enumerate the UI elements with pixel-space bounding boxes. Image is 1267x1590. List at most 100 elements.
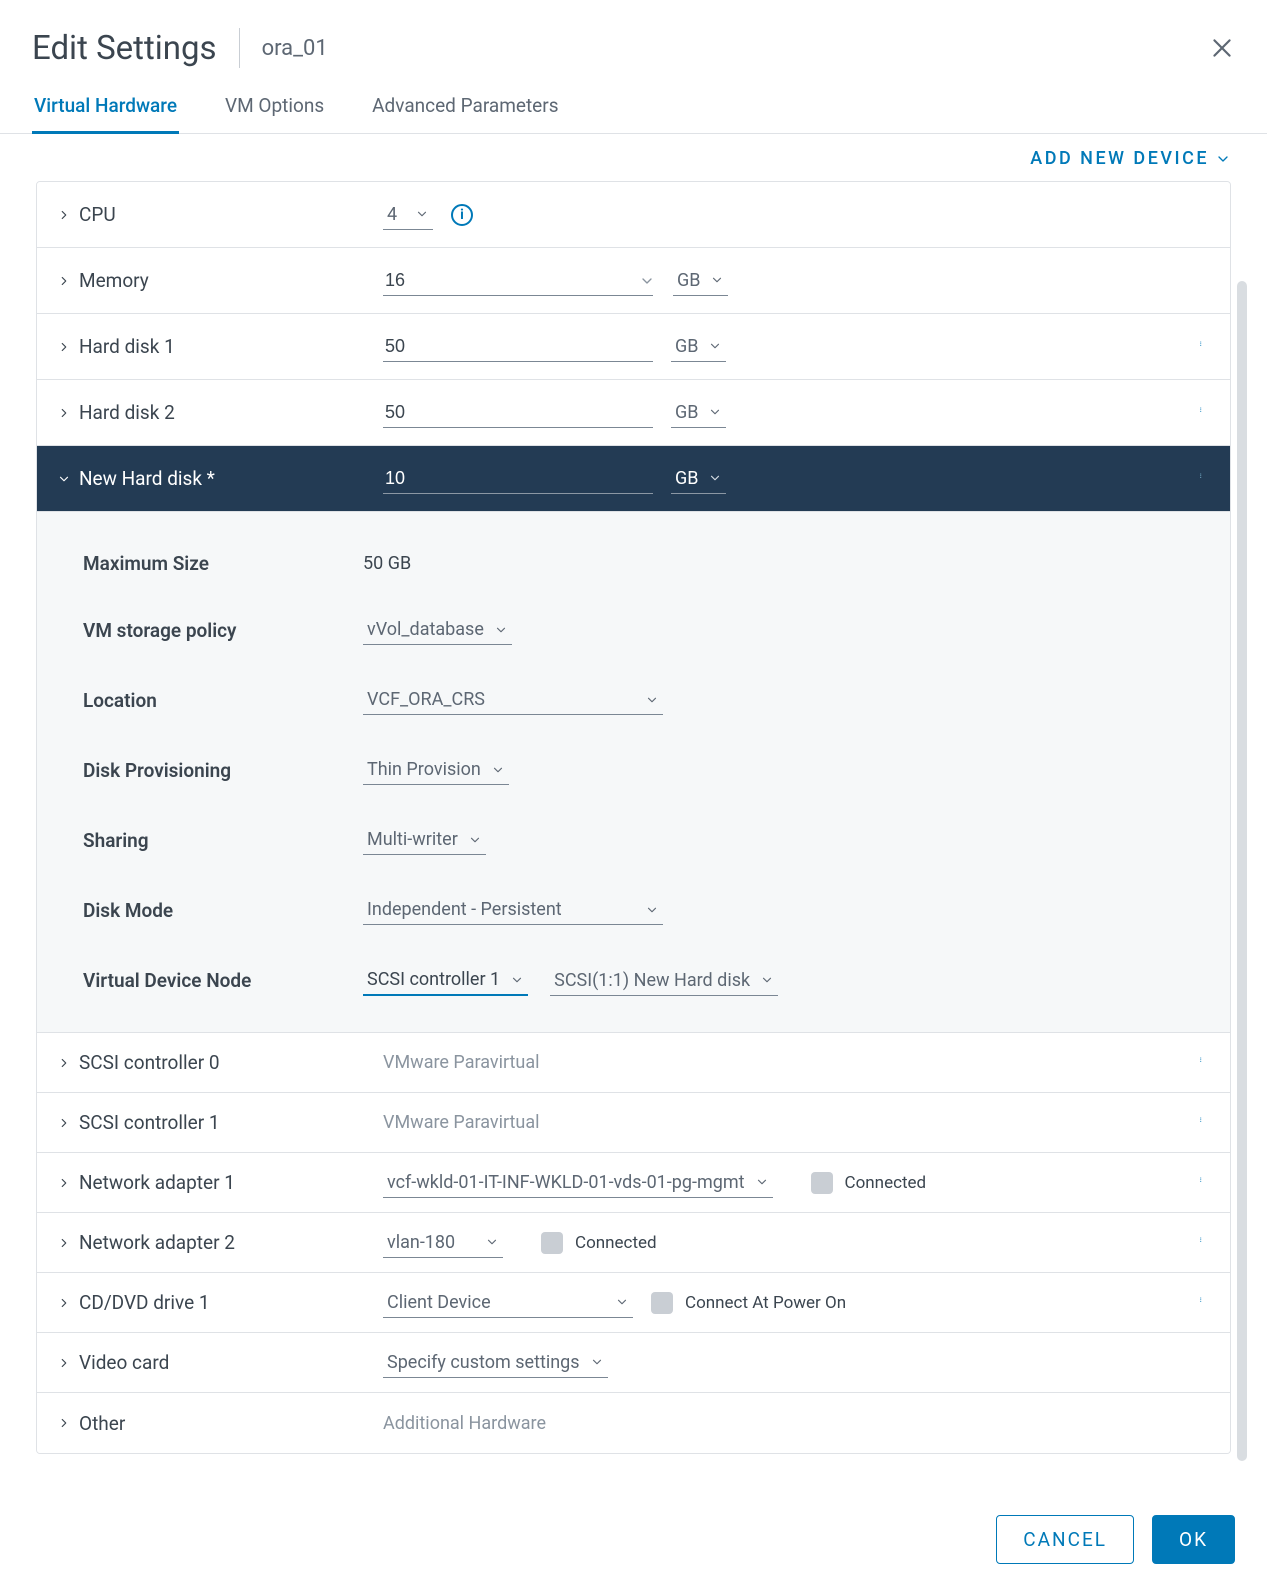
cd-connect-label: Connect At Power On [685, 1293, 846, 1313]
video-label: Video card [79, 1351, 169, 1374]
new-hd-unit: GB [675, 468, 698, 489]
scsi0-value: VMware Paravirtual [383, 1052, 540, 1073]
storage-policy-label: VM storage policy [57, 619, 363, 642]
new-hd-unit-select[interactable]: GB [671, 464, 726, 494]
hardware-list: CPU 4 i Memory GB Hard disk 1 [36, 181, 1231, 1454]
chevron-right-icon[interactable] [57, 274, 71, 288]
hd1-size-input[interactable] [383, 332, 653, 362]
row-scsi-0: SCSI controller 0 VMware Paravirtual [37, 1033, 1230, 1093]
chevron-right-icon[interactable] [57, 1296, 71, 1310]
memory-input[interactable] [383, 266, 653, 296]
disk-mode-value: Independent - Persistent [367, 899, 562, 920]
row-network-adapter-2: Network adapter 2 vlan-180 Connected [37, 1213, 1230, 1273]
disk-prov-select[interactable]: Thin Provision [363, 755, 509, 785]
location-select[interactable]: VCF_ORA_CRS [363, 685, 663, 715]
cd-value: Client Device [387, 1292, 491, 1313]
vdn-label: Virtual Device Node [57, 969, 363, 992]
cd-device-select[interactable]: Client Device [383, 1288, 633, 1318]
row-cd-dvd: CD/DVD drive 1 Client Device Connect At … [37, 1273, 1230, 1333]
dialog-title: Edit Settings [32, 29, 217, 68]
ok-button[interactable]: OK [1152, 1515, 1235, 1564]
tab-virtual-hardware[interactable]: Virtual Hardware [32, 86, 179, 134]
tab-vm-options[interactable]: VM Options [223, 86, 326, 133]
info-icon[interactable]: i [451, 204, 473, 226]
cpu-label: CPU [79, 203, 116, 226]
cpu-value: 4 [387, 204, 397, 225]
tab-advanced-parameters[interactable]: Advanced Parameters [370, 86, 560, 133]
hd1-unit-select[interactable]: GB [671, 332, 726, 362]
net1-connected-checkbox[interactable] [811, 1172, 833, 1194]
sharing-value: Multi-writer [367, 829, 458, 850]
scsi1-label: SCSI controller 1 [79, 1111, 220, 1134]
new-hd-label: New Hard disk * [79, 467, 215, 490]
sharing-label: Sharing [57, 829, 363, 852]
add-new-device-label: ADD NEW DEVICE [1030, 148, 1209, 169]
chevron-right-icon[interactable] [57, 406, 71, 420]
row-scsi-1: SCSI controller 1 VMware Paravirtual [37, 1093, 1230, 1153]
disk-mode-label: Disk Mode [57, 899, 363, 922]
net1-network-select[interactable]: vcf-wkld-01-IT-INF-WKLD-01-vds-01-pg-mgm… [383, 1168, 773, 1198]
disk-mode-select[interactable]: Independent - Persistent [363, 895, 663, 925]
net2-connected-checkbox[interactable] [541, 1232, 563, 1254]
vdn-slot-value: SCSI(1:1) New Hard disk [554, 970, 750, 991]
row-memory: Memory GB [37, 248, 1230, 314]
location-label: Location [57, 689, 363, 712]
new-hd-size-input[interactable] [383, 464, 653, 494]
new-hd-actions-icon[interactable] [1196, 465, 1210, 492]
header-separator [239, 28, 240, 68]
storage-policy-select[interactable]: vVol_database [363, 615, 512, 645]
hd2-size-input[interactable] [383, 398, 653, 428]
scrollbar[interactable] [1237, 281, 1247, 1461]
chevron-down-icon[interactable] [57, 472, 71, 486]
chevron-right-icon[interactable] [57, 1056, 71, 1070]
chevron-right-icon[interactable] [57, 1236, 71, 1250]
chevron-right-icon[interactable] [57, 208, 71, 222]
net1-label: Network adapter 1 [79, 1171, 235, 1194]
vdn-controller-select[interactable]: SCSI controller 1 [363, 965, 528, 996]
memory-unit-select[interactable]: GB [673, 266, 728, 296]
row-other: Other Additional Hardware [37, 1393, 1230, 1453]
cancel-button[interactable]: CANCEL [996, 1515, 1134, 1564]
row-hard-disk-1: Hard disk 1 GB [37, 314, 1230, 380]
disk-prov-value: Thin Provision [367, 759, 481, 780]
hd1-label: Hard disk 1 [79, 335, 175, 358]
net2-value: vlan-180 [387, 1232, 455, 1253]
chevron-right-icon[interactable] [57, 1416, 71, 1430]
net1-actions-icon[interactable] [1196, 1169, 1210, 1196]
net1-connected-label: Connected [845, 1173, 927, 1193]
video-value: Specify custom settings [387, 1352, 580, 1373]
add-new-device-button[interactable]: ADD NEW DEVICE [1030, 148, 1231, 169]
close-icon[interactable] [1209, 35, 1235, 61]
chevron-right-icon[interactable] [57, 340, 71, 354]
net2-actions-icon[interactable] [1196, 1229, 1210, 1256]
video-settings-select[interactable]: Specify custom settings [383, 1348, 608, 1378]
sharing-select[interactable]: Multi-writer [363, 825, 486, 855]
location-value: VCF_ORA_CRS [367, 689, 485, 710]
chevron-right-icon[interactable] [57, 1176, 71, 1190]
scsi0-actions-icon[interactable] [1196, 1049, 1210, 1076]
dialog-subtitle: ora_01 [262, 36, 328, 61]
scsi1-actions-icon[interactable] [1196, 1109, 1210, 1136]
vdn-controller-value: SCSI controller 1 [367, 969, 500, 990]
cd-actions-icon[interactable] [1196, 1289, 1210, 1316]
other-value: Additional Hardware [383, 1413, 546, 1434]
vdn-slot-select[interactable]: SCSI(1:1) New Hard disk [550, 966, 778, 996]
row-cpu: CPU 4 i [37, 182, 1230, 248]
hd2-unit-select[interactable]: GB [671, 398, 726, 428]
hd1-actions-icon[interactable] [1196, 333, 1210, 360]
hd2-unit: GB [675, 402, 698, 423]
row-hard-disk-2: Hard disk 2 GB [37, 380, 1230, 446]
net2-label: Network adapter 2 [79, 1231, 235, 1254]
max-size-label: Maximum Size [57, 552, 363, 575]
chevron-right-icon[interactable] [57, 1356, 71, 1370]
hd2-actions-icon[interactable] [1196, 399, 1210, 426]
hd1-unit: GB [675, 336, 698, 357]
scsi1-value: VMware Paravirtual [383, 1112, 540, 1133]
net1-value: vcf-wkld-01-IT-INF-WKLD-01-vds-01-pg-mgm… [387, 1172, 745, 1193]
net2-network-select[interactable]: vlan-180 [383, 1228, 503, 1258]
cpu-count-select[interactable]: 4 [383, 200, 433, 230]
cd-connect-power-on-checkbox[interactable] [651, 1292, 673, 1314]
chevron-right-icon[interactable] [57, 1116, 71, 1130]
hd2-label: Hard disk 2 [79, 401, 175, 424]
memory-unit: GB [677, 270, 700, 291]
